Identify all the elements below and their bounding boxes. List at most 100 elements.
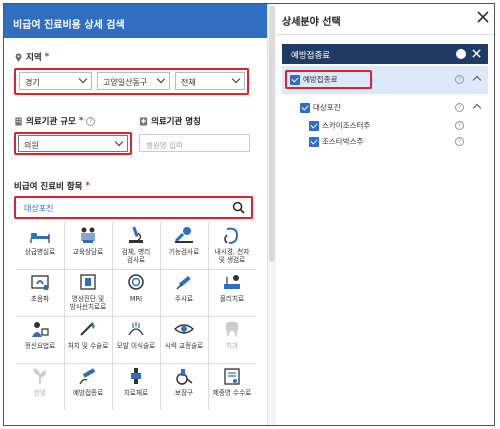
scrollbar-thumb[interactable] xyxy=(269,6,275,262)
tree-item[interactable]: 예방접종료 ? xyxy=(282,66,488,94)
function-test-icon xyxy=(174,227,193,243)
eye-icon xyxy=(173,324,195,334)
category-item[interactable]: 모발 이식술료 xyxy=(112,316,160,363)
left-scrollbar[interactable] xyxy=(267,4,276,425)
info-icon[interactable] xyxy=(456,49,466,59)
close-icon[interactable] xyxy=(476,10,490,24)
category-label: 한방 xyxy=(33,389,47,397)
close-icon[interactable] xyxy=(471,48,482,59)
sigungu-select[interactable]: 고양일산동구 xyxy=(97,72,170,90)
category-item[interactable]: 제증명 수수료 xyxy=(208,363,256,410)
radiology-icon xyxy=(80,274,96,290)
sido-select[interactable]: 경기 xyxy=(19,72,92,90)
category-item[interactable]: 교육상담료 xyxy=(64,222,112,269)
window: 비급여 진료비용 상세 검색 지역 * 경기 고양일산동구 전체 의료기관 규모… xyxy=(3,3,495,426)
category-item[interactable]: 예방접종료 xyxy=(64,363,112,410)
category-item[interactable]: 내시경, 천자 및 생검료 xyxy=(208,222,256,269)
help-icon[interactable]: ? xyxy=(86,116,96,126)
category-item[interactable]: 치료재료 xyxy=(112,363,160,410)
category-label: 교육상담료 xyxy=(72,248,104,256)
building-icon xyxy=(15,116,22,126)
hospital-icon xyxy=(139,116,148,126)
help-icon[interactable]: ? xyxy=(455,103,464,112)
category-label: 모발 이식술료 xyxy=(116,342,156,350)
category-label: 상급병실료 xyxy=(24,248,56,256)
checkbox-checked-icon[interactable] xyxy=(309,120,319,131)
tree-item-highlight: 예방접종료 xyxy=(285,70,372,89)
checkbox-checked-icon[interactable] xyxy=(300,102,310,113)
chevron-down-icon xyxy=(231,74,241,84)
search-panel: 비급여 진료비용 상세 검색 지역 * 경기 고양일산동구 전체 의료기관 규모… xyxy=(4,4,267,425)
category-item[interactable]: 한방 xyxy=(16,363,64,410)
implant-icon xyxy=(131,368,141,384)
category-label: 시력 교정술료 xyxy=(164,342,204,350)
category-item[interactable]: 검체, 병리 검사료 xyxy=(112,222,160,269)
category-label: MRI xyxy=(129,295,143,303)
vaccine-icon xyxy=(79,368,96,385)
category-label: 처치 및 수술료 xyxy=(67,342,109,350)
certificate-icon xyxy=(224,368,240,385)
item-search-highlight[interactable]: 대상포진 xyxy=(14,196,253,219)
category-item[interactable]: 주사료 xyxy=(160,269,208,316)
hospital-name-input[interactable]: 병원명 입력 xyxy=(139,134,250,152)
mri-icon xyxy=(128,274,144,290)
chevron-down-icon xyxy=(156,74,166,84)
scale-label: 의료기관 규모 * ? xyxy=(14,115,96,127)
ultrasound-icon xyxy=(31,275,49,290)
category-label: 물리치료 xyxy=(219,295,245,303)
category-label: 영상진단 및 방사선치료료 xyxy=(69,295,107,311)
detail-panel-title: 상세분야 선택 xyxy=(282,17,341,28)
category-item[interactable]: 처치 및 수술료 xyxy=(64,316,112,363)
search-icon[interactable] xyxy=(232,201,245,214)
physical-therapy-icon xyxy=(224,275,240,289)
category-label: 치료재료 xyxy=(123,389,149,397)
category-item[interactable]: 정신요법료 xyxy=(16,316,64,363)
psychotherapy-icon xyxy=(32,322,49,337)
category-item[interactable]: 상급병실료 xyxy=(16,222,64,269)
help-icon[interactable]: ? xyxy=(455,121,464,130)
category-item[interactable]: 초음파 xyxy=(16,269,64,316)
help-icon[interactable]: ? xyxy=(455,137,464,146)
chevron-down-icon xyxy=(114,137,124,147)
category-item[interactable]: MRI xyxy=(112,269,160,316)
category-item[interactable]: 시력 교정술료 xyxy=(160,316,208,363)
grid-divider xyxy=(16,316,256,317)
chevron-down-icon xyxy=(78,74,88,84)
category-item[interactable]: 영상진단 및 방사선치료료 xyxy=(64,269,112,316)
tree-item[interactable]: 조스타박스주 ? xyxy=(282,134,488,150)
endoscope-icon xyxy=(224,227,239,244)
category-item[interactable]: 기능검사료 xyxy=(160,222,208,269)
divider xyxy=(276,34,494,35)
category-label: 제증명 수수료 xyxy=(212,389,252,397)
syringe-icon xyxy=(176,275,191,290)
hospital-bed-icon xyxy=(30,233,50,243)
checkbox-checked-icon[interactable] xyxy=(309,136,319,147)
scale-select[interactable]: 의원 xyxy=(18,135,128,152)
category-label: 기능검사료 xyxy=(168,248,200,256)
checkbox-checked-icon[interactable] xyxy=(290,74,300,85)
grid-divider xyxy=(16,363,256,364)
category-item[interactable]: 물리치료 xyxy=(208,269,256,316)
category-bar[interactable]: 예방접종료 xyxy=(282,44,488,64)
chevron-up-icon[interactable] xyxy=(472,103,482,113)
category-label: 주사료 xyxy=(174,295,194,303)
panel-title: 비급여 진료비용 상세 검색 xyxy=(4,4,267,38)
item-search-input[interactable]: 대상포진 xyxy=(24,203,53,214)
category-label: 보장구 xyxy=(174,389,194,397)
detail-panel: 상세분야 선택 예방접종료 예방접종료 ? 대상포진 ? 스카이조스터주 ? 조… xyxy=(276,4,494,425)
location-pin-icon xyxy=(15,52,22,62)
category-label: 검체, 병리 검사료 xyxy=(121,248,151,264)
category-item[interactable]: 치과 xyxy=(208,316,256,363)
category-label: 초음파 xyxy=(30,295,50,303)
surgery-icon xyxy=(80,322,95,336)
help-icon[interactable]: ? xyxy=(455,75,464,84)
hair-transplant-icon xyxy=(128,322,144,336)
name-label: 의료기관 명칭 xyxy=(139,115,201,127)
region-label: 지역 * xyxy=(14,51,49,63)
dong-select[interactable]: 전체 xyxy=(175,72,245,90)
category-item[interactable]: 보장구 xyxy=(160,363,208,410)
tree-item[interactable]: 스카이조스터주 ? xyxy=(282,118,488,134)
category-label: 정신요법료 xyxy=(24,342,56,350)
tree-item[interactable]: 대상포진 ? xyxy=(282,100,488,116)
chevron-up-icon[interactable] xyxy=(472,75,482,85)
